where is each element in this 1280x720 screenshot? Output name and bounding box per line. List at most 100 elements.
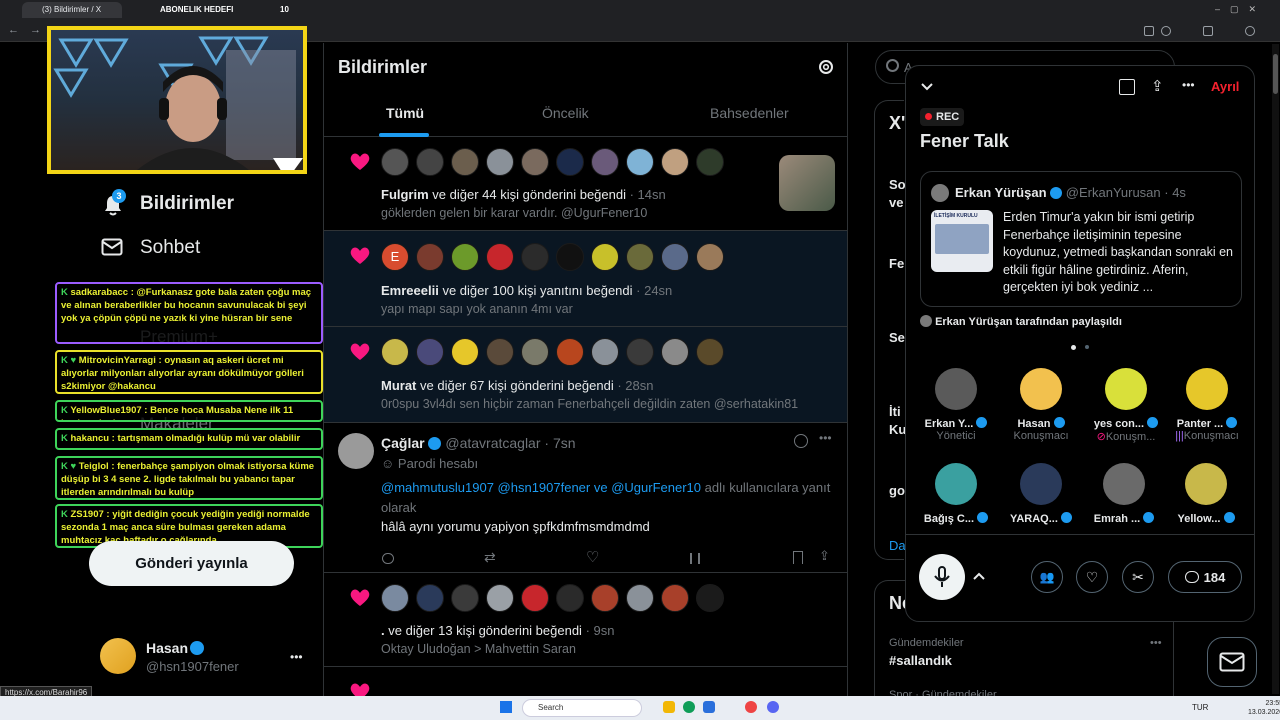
participant[interactable]: yes con... ⊘Konuşm... [1086,368,1166,443]
pinned-tweet[interactable]: Erkan Yürüşan @ErkanYurusan · 4s İLETİŞİ… [920,171,1242,307]
browser-tab-x[interactable]: (3) Bildirimler / X [22,2,122,18]
share-icon[interactable]: ⇪ [819,548,830,564]
tweet-handle[interactable]: @ErkanYurusan [1066,185,1161,200]
avatar[interactable] [416,338,444,366]
tweet-author[interactable]: Çağlar [381,435,425,451]
forward-icon[interactable]: → [30,24,41,36]
notification-item[interactable]: E Emreeelii ve diğer 100 kişi yanıtını b… [324,231,847,327]
grok-icon[interactable] [794,434,808,448]
reply-mentions[interactable]: @mahmutuslu1907 @hsn1907fener ve @UgurFe… [381,480,701,495]
extension-icon[interactable] [1144,26,1154,36]
avatar[interactable] [451,584,479,612]
avatar[interactable] [626,338,654,366]
trend-item[interactable]: ve [889,195,903,210]
chevron-down-icon[interactable] [920,80,934,94]
clock[interactable]: 23:55 13.03.2026 [1248,699,1280,717]
avatar[interactable] [556,148,584,176]
avatar[interactable] [591,338,619,366]
avatar[interactable] [591,148,619,176]
tab-priority[interactable]: Öncelik [542,105,589,121]
avatar[interactable] [1103,463,1145,505]
reactions-button[interactable]: ♡ [1076,561,1108,593]
avatar[interactable] [661,243,689,271]
avatar[interactable] [661,584,689,612]
avatar[interactable] [1105,368,1147,410]
retweet-icon[interactable]: ⇄ [484,549,496,566]
trend-item[interactable]: Se [889,330,905,345]
tweet-image[interactable]: İLETİŞİM KURULU [931,210,993,272]
chrome-icon[interactable] [745,701,757,713]
notif-actor[interactable]: Murat [381,378,416,393]
notification-item[interactable]: Murat ve diğer 67 kişi gönderini beğendi… [324,327,847,423]
avatar[interactable] [486,338,514,366]
carousel-dot[interactable] [1085,345,1089,349]
avatar[interactable] [626,584,654,612]
avatar[interactable] [696,243,724,271]
avatar[interactable] [451,148,479,176]
trend-name[interactable]: #sallandık [889,653,952,668]
trend-item[interactable]: So [889,177,906,192]
post-button[interactable]: Gönderi yayınla [89,541,294,586]
edge-icon[interactable] [683,701,695,713]
reply-tweet[interactable]: Çağlar @atavratcaglar · 7sn ••• ☺ Parodi… [324,423,847,573]
notif-actor[interactable]: Emreeelii [381,283,439,298]
avatar[interactable] [1186,368,1228,410]
avatar[interactable]: E [381,243,409,271]
participant[interactable]: Panter ... |||Konuşmacı [1168,368,1246,442]
participant[interactable]: Erkan Y... Yönetici [919,368,993,442]
tweet-author[interactable]: Erkan Yürüşan [955,185,1047,200]
post-thumbnail[interactable] [779,155,835,211]
carousel-dot[interactable] [1071,345,1076,350]
notification-item[interactable]: Fulgrim ve diğer 44 kişi gönderini beğen… [324,137,847,231]
trend-item[interactable]: İti [889,404,901,419]
participant[interactable]: Bağış C... [916,463,996,525]
tweet-more-icon[interactable]: ••• [819,431,832,445]
profile-avatar[interactable] [100,638,136,674]
mail-icon[interactable] [101,238,123,256]
avatar[interactable] [521,338,549,366]
avatar[interactable] [626,148,654,176]
avatar[interactable] [1185,463,1227,505]
avatar[interactable] [935,368,977,410]
trend-item[interactable]: Fe [889,256,904,271]
comments-button[interactable]: 184 [1168,561,1242,593]
avatar[interactable] [486,243,514,271]
participant[interactable]: Yellow... [1166,463,1246,525]
zoom-icon[interactable] [1161,26,1171,36]
avatar[interactable] [696,584,724,612]
notif-actor[interactable]: Fulgrim [381,187,429,202]
avatar[interactable] [486,148,514,176]
explorer-icon[interactable] [663,701,675,713]
trend-item[interactable]: Ku [889,422,906,437]
avatar[interactable] [451,243,479,271]
avatar[interactable] [1020,368,1062,410]
avatar[interactable] [696,338,724,366]
avatar[interactable] [451,338,479,366]
avatar[interactable] [591,584,619,612]
show-more-link[interactable]: Da [889,538,906,553]
avatar[interactable] [1020,463,1062,505]
nav-notifications[interactable]: Bildirimler [140,193,234,215]
avatar[interactable] [626,243,654,271]
tweet-handle[interactable]: @atavratcaglar [445,435,540,451]
extensions-puzzle-icon[interactable] [1203,26,1213,36]
start-icon[interactable] [500,701,512,713]
microphone-button[interactable] [919,554,965,600]
avatar[interactable] [556,338,584,366]
avatar[interactable] [338,433,374,469]
scrollbar[interactable] [1272,44,1279,694]
avatar[interactable] [935,463,977,505]
avatar[interactable] [521,584,549,612]
avatar[interactable] [556,584,584,612]
notif-actor[interactable]: . [381,623,385,638]
avatar[interactable] [661,338,689,366]
more-menu-icon[interactable]: ••• [290,650,303,664]
participants-button[interactable]: 👥 [1031,561,1063,593]
space-more-icon[interactable]: ••• [1182,78,1195,92]
taskbar-search[interactable]: Search [522,699,642,717]
settings-gear-icon[interactable] [817,58,835,76]
avatar[interactable] [661,148,689,176]
avatar[interactable] [416,584,444,612]
scrollbar-thumb[interactable] [1273,54,1278,94]
profile-name[interactable]: Hasan [146,640,188,656]
